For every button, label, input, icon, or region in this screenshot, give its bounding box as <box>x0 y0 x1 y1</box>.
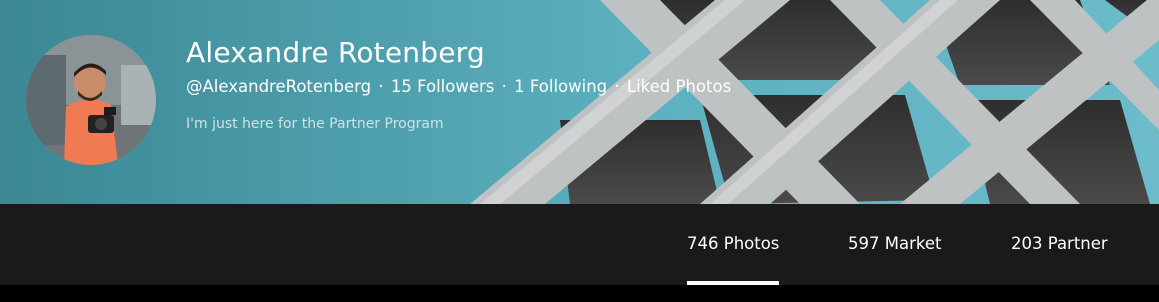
tab-market-label: 597 Market <box>848 234 942 253</box>
user-avatar[interactable] <box>26 35 156 165</box>
separator-dot: · <box>501 77 507 96</box>
tab-partner[interactable]: 203 Partner <box>1011 234 1108 253</box>
separator-dot: · <box>378 77 384 96</box>
tab-market[interactable]: 597 Market <box>848 234 941 253</box>
following-link[interactable]: 1 Following <box>514 77 607 96</box>
profile-handle: @AlexandreRotenberg <box>186 77 372 96</box>
page-bottom-strip <box>0 285 1159 302</box>
liked-photos-link[interactable]: Liked Photos <box>627 77 731 96</box>
profile-meta: @AlexandreRotenberg · 15 Followers · 1 F… <box>186 77 731 96</box>
tab-photos-label: 746 Photos <box>687 234 780 253</box>
tab-partner-label: 203 Partner <box>1011 234 1108 253</box>
avatar-photo-icon <box>26 35 156 165</box>
cover-photo-building <box>470 0 1159 204</box>
profile-cover: Alexandre Rotenberg @AlexandreRotenberg … <box>0 0 1159 204</box>
profile-bio: I'm just here for the Partner Program <box>186 116 444 132</box>
profile-name: Alexandre Rotenberg <box>186 36 485 69</box>
followers-link[interactable]: 15 Followers <box>391 77 495 96</box>
profile-tab-bar: 746 Photos 597 Market 203 Partner <box>0 204 1159 285</box>
tab-photos[interactable]: 746 Photos <box>687 234 780 285</box>
separator-dot: · <box>614 77 620 96</box>
